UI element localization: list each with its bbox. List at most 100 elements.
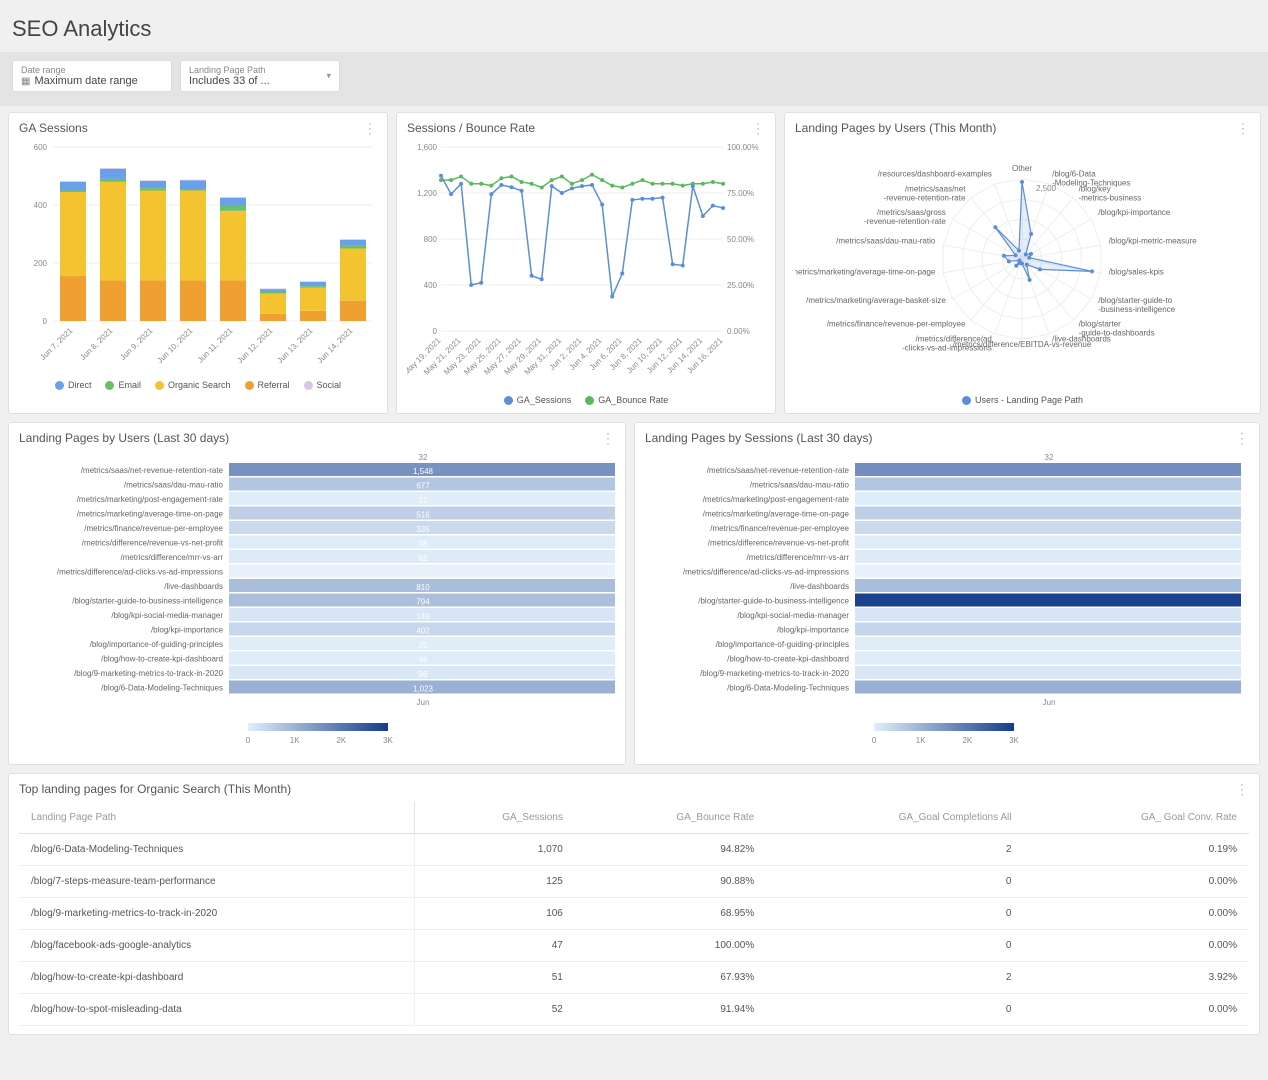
table-row[interactable]: /blog/6-Data-Modeling-Techniques1,07094.… [19, 834, 1249, 866]
table-header[interactable]: GA_Sessions [415, 802, 575, 834]
svg-text:/blog/how-to-create-kpi-dashbo: /blog/how-to-create-kpi-dashboard [727, 655, 849, 664]
filter-label: Landing Page Path [189, 65, 329, 75]
panel-title: Landing Pages by Sessions (Last 30 days) [645, 431, 872, 445]
svg-text:1K: 1K [916, 736, 926, 745]
svg-text:Jun 12, 2021: Jun 12, 2021 [235, 326, 274, 365]
svg-text:/blog/kpi-importance: /blog/kpi-importance [1098, 208, 1171, 217]
panel-sessions-bounce: Sessions / Bounce Rate ⋮ 04008001,2001,6… [396, 112, 776, 414]
color-scale-sessions: 01K2K3K [645, 719, 1243, 753]
svg-text:200: 200 [34, 259, 48, 268]
kebab-icon[interactable]: ⋮ [1235, 431, 1249, 445]
table-header[interactable]: Landing Page Path [19, 802, 415, 834]
svg-text:21: 21 [419, 496, 428, 505]
kebab-icon[interactable]: ⋮ [751, 121, 765, 135]
svg-text:800: 800 [424, 235, 438, 244]
svg-text:38: 38 [419, 539, 428, 548]
svg-text:/metrics/difference/revenue-vs: /metrics/difference/revenue-vs-net-profi… [82, 539, 224, 548]
table-row[interactable]: /blog/how-to-create-kpi-dashboard5167.93… [19, 962, 1249, 994]
svg-text:32: 32 [419, 453, 428, 462]
svg-text:0: 0 [872, 736, 877, 745]
svg-text:/blog/kpi-importance: /blog/kpi-importance [777, 626, 850, 635]
table-header[interactable]: GA_ Goal Conv. Rate [1023, 802, 1249, 834]
svg-text:/metrics/saas/net-revenue-rete: /metrics/saas/net-revenue-retention-rate [707, 466, 850, 475]
color-scale-users: 01K2K3K [19, 719, 617, 753]
table-row[interactable]: /blog/how-to-spot-misleading-data5291.94… [19, 994, 1249, 1026]
svg-text:/metrics/finance/revenue-per-e: /metrics/finance/revenue-per-employee [710, 524, 849, 533]
svg-text:/metrics/saas/dau-mau-ratio: /metrics/saas/dau-mau-ratio [836, 237, 936, 246]
svg-text:/metrics/finance/revenue-per-e: /metrics/finance/revenue-per-employee [827, 319, 966, 328]
svg-text:149: 149 [416, 612, 430, 621]
svg-text:/metrics/marketing/average-bas: /metrics/marketing/average-basket-size [806, 296, 946, 305]
kebab-icon[interactable]: ⋮ [1235, 782, 1249, 796]
svg-text:/blog/kpi-social-media-manager: /blog/kpi-social-media-manager [111, 611, 223, 620]
svg-text:/blog/starter-guide-to-busines: /blog/starter-guide-to-business-intellig… [698, 597, 849, 606]
table-row[interactable]: /blog/9-marketing-metrics-to-track-in-20… [19, 898, 1249, 930]
table-header[interactable]: GA_Goal Completions All [766, 802, 1023, 834]
svg-text:1,023: 1,023 [413, 684, 434, 693]
svg-text:Jun 9, 2021: Jun 9, 2021 [118, 326, 154, 362]
svg-text:/blog/importance-of-guiding-pr: /blog/importance-of-guiding-principles [90, 640, 223, 649]
svg-text:/blog/6-Data-Modeling-Techniqu: /blog/6-Data-Modeling-Techniques [727, 684, 849, 693]
svg-text:/blog/starter-guide-to-busines: /blog/starter-guide-to-business-intellig… [72, 597, 223, 606]
ga-sessions-chart: 0200400600Jun 7, 2021Jun 8, 2021Jun 9, 2… [19, 141, 379, 371]
svg-text:46: 46 [419, 655, 428, 664]
svg-text:/metrics/marketing/post-engage: /metrics/marketing/post-engagement-rate [703, 495, 850, 504]
ga-sessions-legend: DirectEmailOrganic SearchReferralSocial [19, 374, 377, 390]
svg-text:/metrics/finance/revenue-per-e: /metrics/finance/revenue-per-employee [84, 524, 223, 533]
svg-text:1,600: 1,600 [417, 143, 438, 152]
svg-text:2K: 2K [962, 736, 972, 745]
svg-text:25.00%: 25.00% [727, 281, 754, 290]
filter-label: Date range [21, 65, 161, 75]
svg-text:/metrics/marketing/post-engage: /metrics/marketing/post-engagement-rate [77, 495, 224, 504]
svg-text:Jun 14, 2021: Jun 14, 2021 [315, 326, 354, 365]
panel-heatmap-sessions: Landing Pages by Sessions (Last 30 days)… [634, 422, 1260, 765]
svg-text:2K: 2K [336, 736, 346, 745]
page-title: SEO Analytics [0, 0, 1268, 52]
radar-legend: Users - Landing Page Path [795, 389, 1250, 405]
table-row[interactable]: /blog/7-steps-measure-team-performance12… [19, 866, 1249, 898]
svg-text:/blog/9-marketing-metrics-to-t: /blog/9-marketing-metrics-to-track-in-20… [74, 669, 223, 678]
panel-heatmap-users: Landing Pages by Users (Last 30 days) ⋮ … [8, 422, 626, 765]
chevron-down-icon: ▾ [326, 71, 331, 82]
svg-text:50.00%: 50.00% [727, 235, 754, 244]
svg-text:0.00%: 0.00% [727, 327, 750, 336]
svg-text:Jun 13, 2021: Jun 13, 2021 [275, 326, 314, 365]
table-header[interactable]: GA_Bounce Rate [575, 802, 766, 834]
svg-text:810: 810 [416, 583, 430, 592]
svg-text:25: 25 [419, 641, 428, 650]
svg-text:400: 400 [424, 281, 438, 290]
svg-text:/blog/9-marketing-metrics-to-t: /blog/9-marketing-metrics-to-track-in-20… [700, 669, 849, 678]
kebab-icon[interactable]: ⋮ [363, 121, 377, 135]
filter-value: Includes 33 of ... [189, 75, 329, 87]
svg-text:/blog/how-to-create-kpi-dashbo: /blog/how-to-create-kpi-dashboard [101, 655, 223, 664]
svg-text:/blog/key-metrics-business: /blog/key-metrics-business [1079, 185, 1142, 203]
svg-text:/metrics/saas/net-revenue-rete: /metrics/saas/net-revenue-retention-rate [81, 466, 224, 475]
landing-page-filter[interactable]: Landing Page Path Includes 33 of ... ▾ [180, 60, 340, 92]
svg-text:/metrics/difference/mrr-vs-arr: /metrics/difference/mrr-vs-arr [120, 553, 223, 562]
svg-text:Jun 11, 2021: Jun 11, 2021 [196, 326, 235, 365]
date-range-filter[interactable]: Date range ▦ Maximum date range [12, 60, 172, 92]
svg-text:32: 32 [1045, 453, 1054, 462]
svg-text:/metrics/difference/ad-clicks-: /metrics/difference/ad-clicks-vs-ad-impr… [902, 335, 992, 353]
svg-text:2,500: 2,500 [1036, 184, 1057, 193]
panel-title: Landing Pages by Users (Last 30 days) [19, 431, 229, 445]
calendar-icon: ▦ [21, 76, 30, 87]
svg-text:516: 516 [416, 510, 430, 519]
svg-text:/metrics/saas/dau-mau-ratio: /metrics/saas/dau-mau-ratio [750, 481, 850, 490]
svg-text:62: 62 [419, 554, 428, 563]
table-row[interactable]: /blog/facebook-ads-google-analytics47100… [19, 930, 1249, 962]
svg-text:Jun 7, 2021: Jun 7, 2021 [38, 326, 74, 362]
panel-ga-sessions: GA Sessions ⋮ 0200400600Jun 7, 2021Jun 8… [8, 112, 388, 414]
table-scroll[interactable]: Landing Page PathGA_SessionsGA_Bounce Ra… [19, 802, 1249, 1026]
kebab-icon[interactable]: ⋮ [1236, 121, 1250, 135]
heatmap-users-chart: 32/metrics/saas/net-revenue-retention-ra… [19, 451, 617, 716]
svg-text:Jun: Jun [1043, 698, 1056, 707]
kebab-icon[interactable]: ⋮ [601, 431, 615, 445]
filter-value: ▦ Maximum date range [21, 75, 161, 87]
panel-table: Top landing pages for Organic Search (Th… [8, 773, 1260, 1035]
panel-radar: Landing Pages by Users (This Month) ⋮ Ot… [784, 112, 1261, 414]
landing-pages-table: Landing Page PathGA_SessionsGA_Bounce Ra… [19, 802, 1249, 1026]
svg-text:3K: 3K [383, 736, 393, 745]
svg-text:/blog/kpi-metric-measure: /blog/kpi-metric-measure [1109, 237, 1198, 246]
svg-text:/live-dashboards: /live-dashboards [790, 582, 849, 591]
